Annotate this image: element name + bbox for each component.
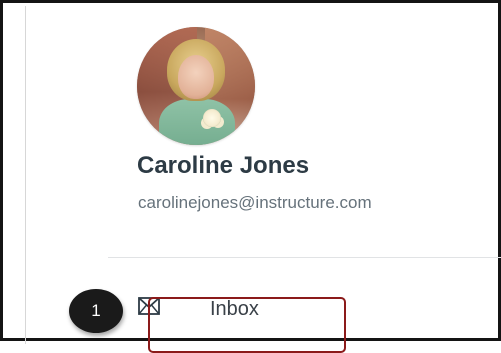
section-divider: [108, 257, 501, 258]
avatar-corsage: [203, 109, 221, 127]
callout-highlight-box: [148, 297, 346, 353]
avatar[interactable]: [137, 27, 255, 145]
tray-left-border: [25, 6, 26, 344]
profile-name: Caroline Jones: [137, 152, 310, 179]
screenshot-frame: Caroline Jones carolinejones@instructure…: [0, 0, 501, 353]
profile-email: carolinejones@instructure.com: [138, 193, 372, 212]
avatar-face: [178, 55, 214, 99]
step-callout-badge: 1: [69, 289, 123, 333]
avatar-body: [159, 99, 235, 145]
